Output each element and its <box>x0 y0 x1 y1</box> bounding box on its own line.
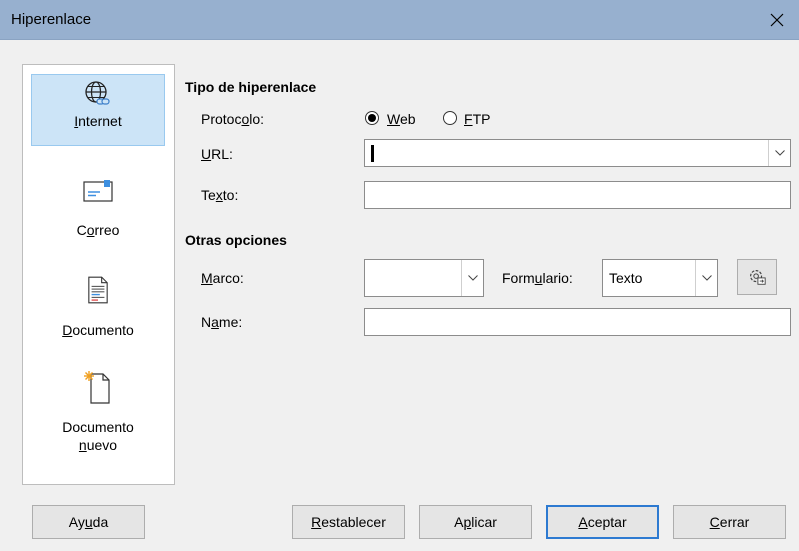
protocol-label: Protocolo: <box>201 111 265 127</box>
events-button[interactable] <box>737 259 777 295</box>
frame-label: Marco: <box>201 270 244 286</box>
other-options-heading: Otras opciones <box>185 232 287 248</box>
category-new-document-label2: nuevo <box>78 437 118 453</box>
frame-dropdown-button[interactable] <box>461 260 483 296</box>
help-button[interactable]: Ay u da <box>32 505 145 539</box>
url-label: URL: <box>201 146 233 162</box>
category-new-document[interactable]: Documento nuevo <box>31 370 165 470</box>
chevron-down-icon <box>774 150 785 156</box>
ftp-radio-label[interactable]: FTP <box>464 111 490 127</box>
hyperlink-category-list: Internet Correo Documento Documento nuev… <box>22 64 175 485</box>
category-internet-label: Internet <box>74 113 122 129</box>
reset-button[interactable]: Restablecer <box>292 505 405 539</box>
globe-link-icon <box>85 81 110 105</box>
category-mail-label: Correo <box>76 222 120 238</box>
hyperlink-type-heading: Tipo de hiperenlace <box>185 79 317 95</box>
category-document[interactable]: Documento <box>31 275 165 345</box>
title-bar: Hiperenlace <box>0 0 799 40</box>
gear-events-icon <box>750 270 766 285</box>
category-mail[interactable]: Correo <box>31 179 165 249</box>
name-label: Name: <box>201 314 243 330</box>
document-icon <box>88 276 108 304</box>
close-icon <box>770 13 784 27</box>
form-dropdown-button[interactable] <box>695 260 717 296</box>
url-dropdown-button[interactable] <box>768 140 790 166</box>
form-combobox[interactable]: Texto <box>602 259 718 297</box>
mail-icon <box>83 180 113 202</box>
frame-combobox[interactable] <box>364 259 484 297</box>
form-value: Texto <box>609 270 643 286</box>
form-label: Formulario: <box>502 270 573 286</box>
new-document-icon <box>84 371 110 404</box>
web-radio[interactable] <box>365 111 379 125</box>
category-new-document-label1: Documento <box>62 419 134 435</box>
text-cursor <box>371 145 374 162</box>
dialog-title: Hiperenlace <box>11 11 92 28</box>
apply-button[interactable]: Ap licar <box>419 505 532 539</box>
chevron-down-icon <box>467 275 478 281</box>
text-label: Texto: <box>201 187 239 203</box>
ftp-radio[interactable] <box>443 111 457 125</box>
name-input[interactable] <box>364 308 791 336</box>
category-document-label: Documento <box>62 322 134 338</box>
category-internet[interactable]: Internet <box>31 74 165 146</box>
close-button[interactable] <box>755 0 799 40</box>
hyperlink-dialog: Hiperenlace Internet Correo Documento Do… <box>0 0 799 551</box>
ok-button[interactable]: Aceptar <box>546 505 659 539</box>
text-input[interactable] <box>364 181 791 209</box>
close-dialog-button[interactable]: Cerrar <box>673 505 786 539</box>
web-radio-label[interactable]: Web <box>387 111 416 127</box>
chevron-down-icon <box>701 275 712 281</box>
url-combobox[interactable] <box>364 139 791 167</box>
